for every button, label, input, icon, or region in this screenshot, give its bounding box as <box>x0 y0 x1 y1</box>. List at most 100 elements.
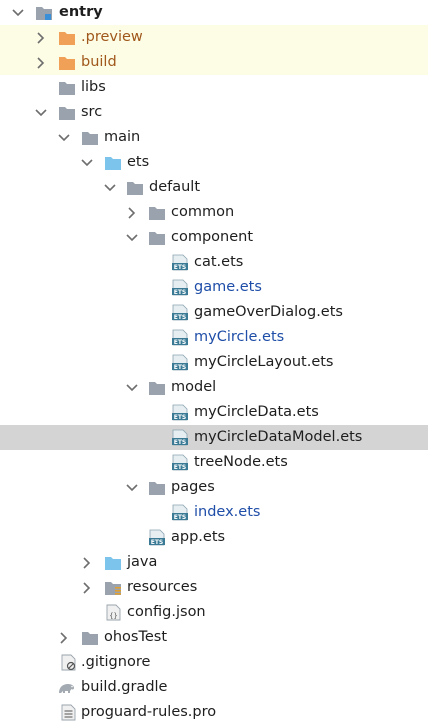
svg-text:{}: {} <box>109 612 117 620</box>
tree-row-pages[interactable]: pages <box>0 475 428 500</box>
tree-row-java[interactable]: java <box>0 550 428 575</box>
svg-text:ETS: ETS <box>174 339 187 346</box>
ets-file-icon: ETS <box>171 354 189 371</box>
tree-row-entry[interactable]: entry <box>0 0 428 25</box>
tree-label: build <box>81 54 117 70</box>
tree-row-mycircledata-ets[interactable]: ETS myCircleData.ets <box>0 400 428 425</box>
tree-label: gameOverDialog.ets <box>194 304 343 320</box>
folder-icon <box>148 379 166 396</box>
tree-label: .preview <box>81 29 143 45</box>
chevron-down-icon[interactable] <box>11 0 25 25</box>
folder-icon <box>148 229 166 246</box>
svg-text:ETS: ETS <box>174 514 187 521</box>
chevron-right-icon[interactable] <box>34 25 48 50</box>
tree-row-preview[interactable]: .preview <box>0 25 428 50</box>
chevron-down-icon[interactable] <box>103 175 117 200</box>
chevron-right-icon[interactable] <box>80 550 94 575</box>
folder-icon <box>81 629 99 646</box>
svg-text:ETS: ETS <box>174 414 187 421</box>
folder-icon <box>148 479 166 496</box>
svg-text:ETS: ETS <box>151 539 164 546</box>
tree-label: common <box>171 204 235 220</box>
folder-icon <box>58 104 76 121</box>
tree-row-src[interactable]: src <box>0 100 428 125</box>
tree-row-build[interactable]: build <box>0 50 428 75</box>
tree-label: myCircle.ets <box>194 329 285 345</box>
tree-label: app.ets <box>171 529 226 545</box>
ets-file-icon: ETS <box>171 454 189 471</box>
tree-label: java <box>127 554 158 570</box>
tree-label: treeNode.ets <box>194 454 288 470</box>
chevron-down-icon[interactable] <box>34 100 48 125</box>
tree-row-build-gradle[interactable]: build.gradle <box>0 675 428 700</box>
tree-row-mycirclelayout-ets[interactable]: ETS myCircleLayout.ets <box>0 350 428 375</box>
chevron-down-icon[interactable] <box>125 375 139 400</box>
tree-label: myCircleLayout.ets <box>194 354 334 370</box>
tree-row-default[interactable]: default <box>0 175 428 200</box>
tree-row-index-ets[interactable]: ETS index.ets <box>0 500 428 525</box>
tree-label: build.gradle <box>81 679 168 695</box>
tree-row-config-json[interactable]: {} config.json <box>0 600 428 625</box>
tree-label: model <box>171 379 217 395</box>
module-folder-icon <box>35 4 53 21</box>
tree-label: index.ets <box>194 504 261 520</box>
gradle-file-icon <box>57 679 75 696</box>
folder-icon <box>126 179 144 196</box>
tree-row-main[interactable]: main <box>0 125 428 150</box>
tree-row-ohostest[interactable]: ohosTest <box>0 625 428 650</box>
tree-label: entry <box>59 4 103 20</box>
resources-folder-icon <box>104 579 122 596</box>
svg-text:ETS: ETS <box>174 314 187 321</box>
tree-row-resources[interactable]: resources <box>0 575 428 600</box>
chevron-down-icon[interactable] <box>125 475 139 500</box>
tree-row-libs[interactable]: libs <box>0 75 428 100</box>
tree-label: .gitignore <box>81 654 151 670</box>
svg-text:ETS: ETS <box>174 289 187 296</box>
chevron-down-icon[interactable] <box>125 225 139 250</box>
tree-label: ohosTest <box>104 629 168 645</box>
tree-row-mycircledatamodel-ets[interactable]: ETS myCircleDataModel.ets <box>0 425 428 450</box>
ets-file-icon: ETS <box>148 529 166 546</box>
chevron-right-icon[interactable] <box>80 575 94 600</box>
tree-label: component <box>171 229 254 245</box>
folder-blue-icon <box>104 554 122 571</box>
gitignore-file-icon <box>59 654 77 671</box>
chevron-right-icon[interactable] <box>57 625 71 650</box>
tree-label: cat.ets <box>194 254 244 270</box>
folder-icon <box>58 79 76 96</box>
text-file-icon <box>59 704 77 721</box>
tree-row-cat-ets[interactable]: ETS cat.ets <box>0 250 428 275</box>
tree-label: libs <box>81 79 106 95</box>
ets-file-icon: ETS <box>171 329 189 346</box>
folder-icon <box>81 129 99 146</box>
tree-row-proguard-rules[interactable]: proguard-rules.pro <box>0 700 428 725</box>
tree-row-game-ets[interactable]: ETS game.ets <box>0 275 428 300</box>
tree-row-app-ets[interactable]: ETS app.ets <box>0 525 428 550</box>
tree-label: main <box>104 129 141 145</box>
tree-label: pages <box>171 479 215 495</box>
tree-row-component[interactable]: component <box>0 225 428 250</box>
ets-file-icon: ETS <box>171 404 189 421</box>
tree-label: myCircleDataModel.ets <box>194 429 363 445</box>
tree-row-gameoverdialog-ets[interactable]: ETS gameOverDialog.ets <box>0 300 428 325</box>
ets-file-icon: ETS <box>171 304 189 321</box>
tree-row-common[interactable]: common <box>0 200 428 225</box>
chevron-right-icon[interactable] <box>34 50 48 75</box>
chevron-down-icon[interactable] <box>80 150 94 175</box>
chevron-down-icon[interactable] <box>57 125 71 150</box>
tree-row-ets[interactable]: ets <box>0 150 428 175</box>
ets-file-icon: ETS <box>171 504 189 521</box>
chevron-right-icon[interactable] <box>125 200 139 225</box>
project-tree: entry .preview build libs src main ets d… <box>0 0 428 725</box>
tree-row-mycircle-ets[interactable]: ETS myCircle.ets <box>0 325 428 350</box>
tree-row-gitignore[interactable]: .gitignore <box>0 650 428 675</box>
tree-label: myCircleData.ets <box>194 404 319 420</box>
svg-text:ETS: ETS <box>174 364 187 371</box>
tree-label: ets <box>127 154 150 170</box>
tree-label: game.ets <box>194 279 262 295</box>
svg-text:ETS: ETS <box>174 439 187 446</box>
tree-row-treenode-ets[interactable]: ETS treeNode.ets <box>0 450 428 475</box>
folder-icon <box>148 204 166 221</box>
tree-row-model[interactable]: model <box>0 375 428 400</box>
folder-blue-icon <box>104 154 122 171</box>
